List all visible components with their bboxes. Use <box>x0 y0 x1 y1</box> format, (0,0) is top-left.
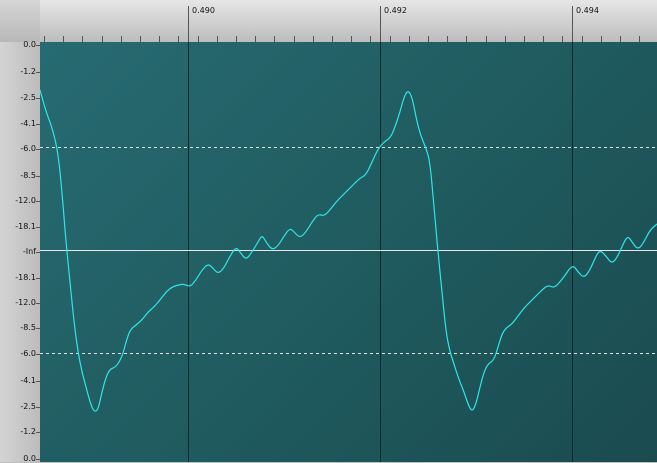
waveform-svg <box>40 42 657 462</box>
time-ruler[interactable]: 0.490 0.492 0.494 <box>0 0 657 42</box>
db-scale[interactable]: 0.0 -1.2 -2.5 -4.1 -6.0 -8.5 -12.0 -18.1 -Inf -18… <box>0 41 40 463</box>
ruler-ticks <box>44 6 640 42</box>
db-scale-ticks <box>36 45 40 460</box>
ruler-corner <box>0 0 40 42</box>
waveform-display[interactable] <box>40 42 657 462</box>
